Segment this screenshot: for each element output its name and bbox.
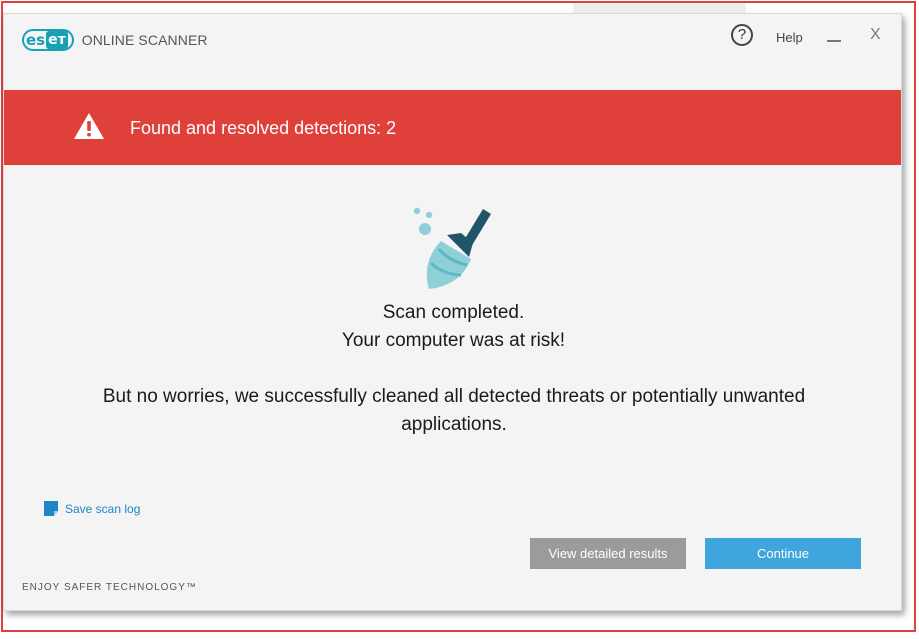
product-name: ONLINE SCANNER bbox=[81, 32, 208, 48]
cleaned-text: But no worries, we successfully cleaned … bbox=[102, 386, 806, 435]
close-icon[interactable]: X bbox=[870, 26, 881, 44]
title-bar: es eт ONLINE SCANNER ? Help X bbox=[4, 14, 901, 90]
background-strip bbox=[573, 3, 746, 13]
help-icon[interactable]: ? bbox=[731, 24, 753, 46]
app-window: es eт ONLINE SCANNER ? Help X Found and r… bbox=[3, 13, 902, 611]
scan-completed-text: Scan completed. bbox=[382, 302, 525, 323]
logo-letters: es bbox=[26, 31, 46, 49]
detection-banner: Found and resolved detections: 2 bbox=[4, 90, 901, 165]
broom-icon bbox=[413, 207, 491, 289]
banner-message: Found and resolved detections: 2 bbox=[130, 118, 397, 138]
warning-icon bbox=[74, 113, 104, 139]
eset-logo: es eт ONLINE SCANNER bbox=[22, 29, 208, 51]
document-icon bbox=[44, 501, 58, 516]
save-scan-log-link[interactable]: Save scan log bbox=[44, 501, 140, 516]
eset-logo-badge: es eт bbox=[22, 29, 74, 51]
save-scan-log-label[interactable]: Save scan log bbox=[65, 502, 140, 516]
minimize-icon[interactable] bbox=[827, 40, 841, 42]
logo-letters-filled: eт bbox=[46, 31, 68, 49]
footer-tagline: ENJOY SAFER TECHNOLOGY™ bbox=[22, 582, 197, 593]
help-button[interactable]: Help bbox=[776, 30, 803, 45]
continue-button[interactable]: Continue bbox=[705, 538, 861, 569]
view-detailed-results-button[interactable]: View detailed results bbox=[530, 538, 686, 569]
risk-text: Your computer was at risk! bbox=[341, 330, 566, 351]
